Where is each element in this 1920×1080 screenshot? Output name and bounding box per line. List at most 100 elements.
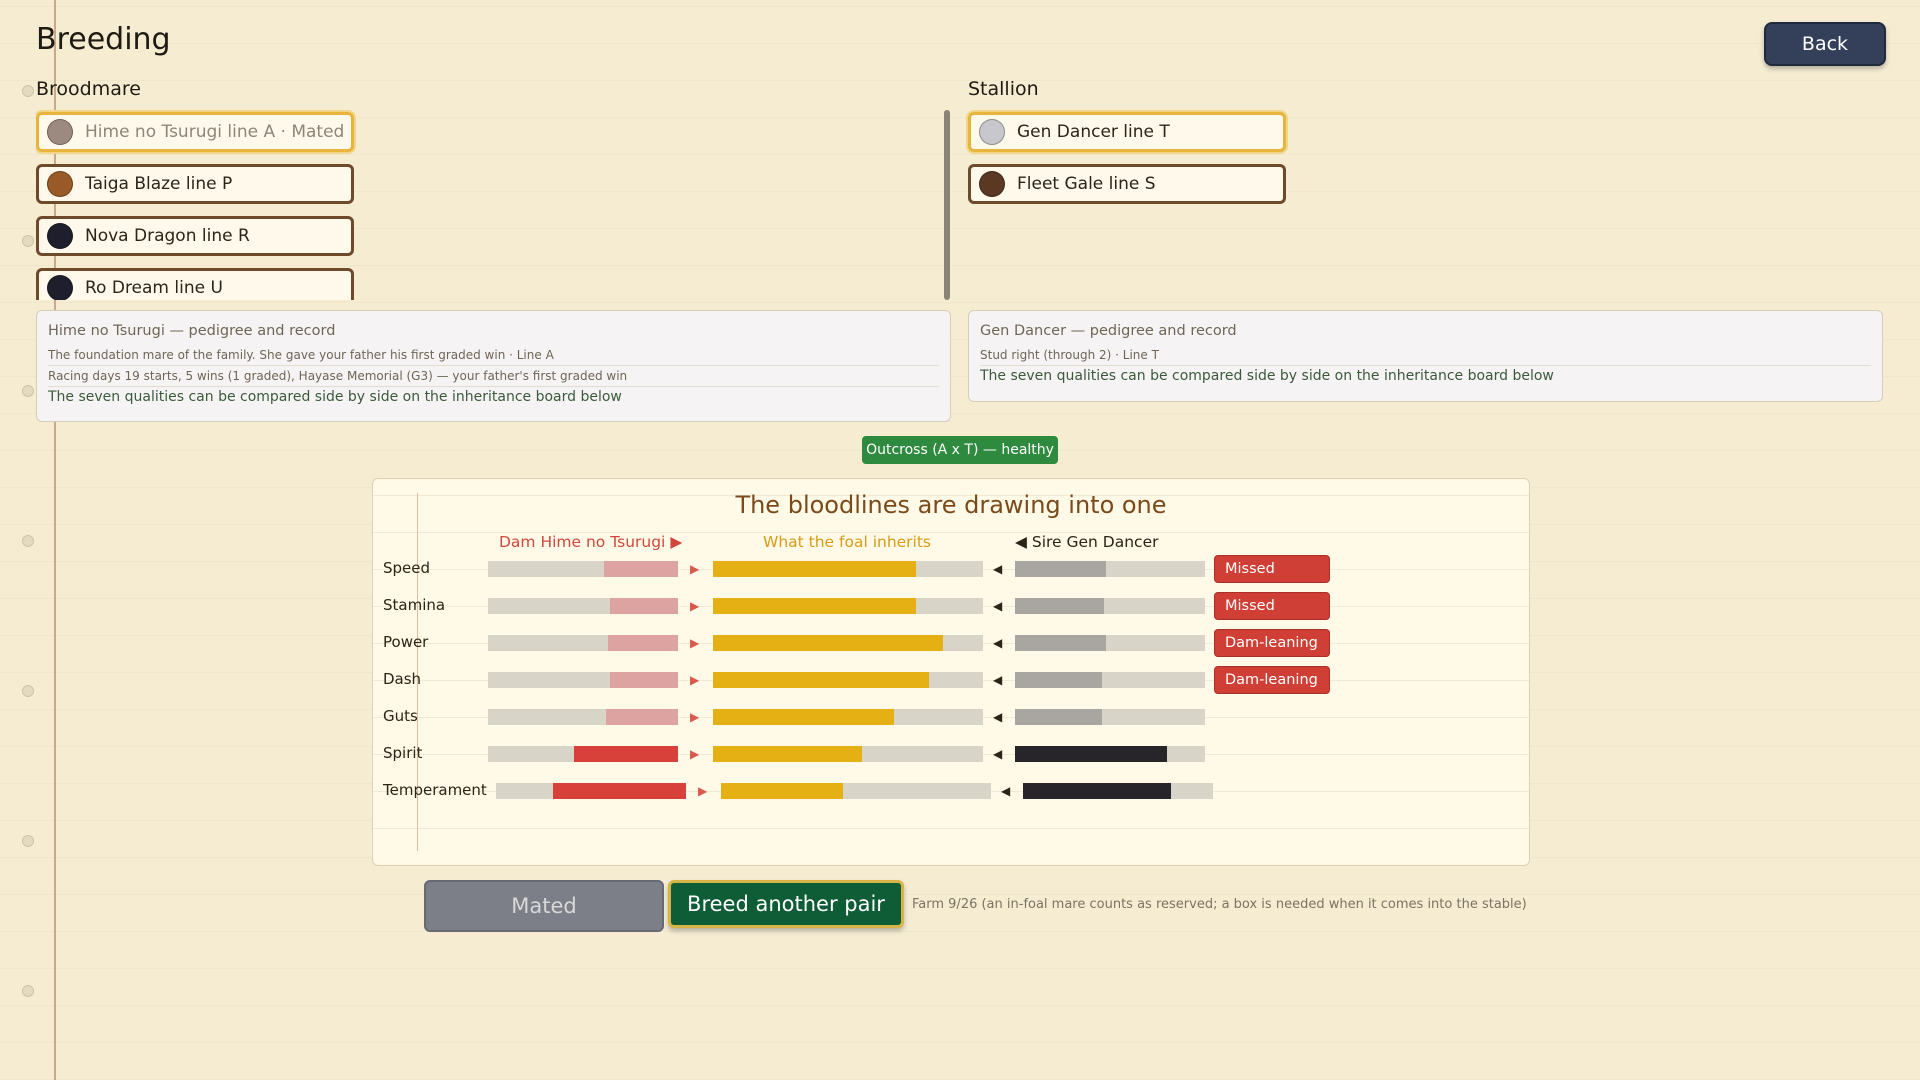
- foal-quality-fill: [713, 709, 894, 725]
- back-arrow-icon: ◀: [1015, 533, 1027, 551]
- play-arrow-icon: ▶: [670, 533, 683, 551]
- coat-color-icon: [47, 223, 73, 249]
- stallion-list-item[interactable]: Fleet Gale line S: [968, 164, 1286, 204]
- back-button[interactable]: Back: [1764, 22, 1886, 66]
- broodmare-info-line: The foundation mare of the family. She g…: [48, 345, 939, 366]
- stallion-list-item[interactable]: Gen Dancer line T: [968, 112, 1286, 152]
- broodmare-item-label: Ro Dream line U: [85, 278, 223, 298]
- coat-color-icon: [979, 119, 1005, 145]
- broodmare-item-label: Nova Dragon line R: [85, 226, 250, 246]
- dam-quality-fill: [605, 709, 678, 725]
- sire-header-label: Sire Gen Dancer: [1031, 533, 1159, 551]
- binder-hole: [22, 535, 34, 547]
- sire-quality-fill: [1015, 709, 1103, 725]
- sire-quality-bar: [1015, 672, 1205, 688]
- broodmare-list-item[interactable]: Nova Dragon line R: [36, 216, 354, 256]
- left-arrow-icon: ◀: [993, 636, 1003, 650]
- binder-hole: [22, 985, 34, 997]
- broodmare-item-label: Taiga Blaze line P: [85, 174, 233, 194]
- sire-quality-fill: [1015, 561, 1107, 577]
- sire-quality-bar: [1015, 561, 1205, 577]
- sire-quality-fill: [1015, 672, 1103, 688]
- page-title: Breeding: [36, 22, 171, 57]
- coat-color-icon: [47, 171, 73, 197]
- inheritance-tag: Dam-leaning: [1214, 666, 1330, 694]
- dam-quality-fill: [573, 746, 678, 762]
- left-arrow-icon: ◀: [993, 710, 1003, 724]
- foal-quality-fill: [713, 635, 943, 651]
- dam-header-label: Dam Hime no Tsurugi: [499, 533, 666, 551]
- dam-quality-fill: [603, 561, 678, 577]
- quality-label: Dash: [383, 670, 422, 688]
- dam-quality-fill: [609, 598, 678, 614]
- dam-quality-fill: [607, 635, 678, 651]
- right-arrow-icon: ▶: [690, 710, 700, 724]
- foal-quality-fill: [713, 561, 916, 577]
- mated-button[interactable]: Mated: [424, 880, 664, 932]
- dam-quality-fill: [553, 783, 686, 799]
- foal-quality-bar: [713, 561, 983, 577]
- dam-quality-bar: [488, 746, 678, 762]
- left-arrow-icon: ◀: [993, 747, 1003, 761]
- right-arrow-icon: ▶: [690, 636, 700, 650]
- quality-label: Guts: [383, 707, 418, 725]
- binder-hole: [22, 835, 34, 847]
- right-arrow-icon: ▶: [698, 784, 708, 798]
- sire-quality-fill: [1015, 598, 1105, 614]
- quality-label: Stamina: [383, 596, 446, 614]
- inheritance-tag: Missed: [1214, 555, 1330, 583]
- broodmare-list-item[interactable]: Ro Dream line U: [36, 268, 354, 300]
- stallion-item-label: Gen Dancer line T: [1017, 122, 1170, 142]
- cross-status-badge: Outcross (A x T) — healthy: [862, 436, 1058, 464]
- broodmare-list-scrollbar[interactable]: [944, 110, 950, 300]
- broodmare-item-label: Hime no Tsurugi line A · Mated: [85, 122, 345, 142]
- broodmare-list[interactable]: Hime no Tsurugi line A · Mated Taiga Blaz…: [36, 110, 366, 300]
- farm-capacity-note: Farm 9/26 (an in-foal mare counts as res…: [912, 897, 1527, 912]
- stallion-list[interactable]: Gen Dancer line T Fleet Gale line S: [968, 110, 1298, 220]
- coat-color-icon: [47, 119, 73, 145]
- broodmare-info-panel: Hime no Tsurugi — pedigree and record Th…: [36, 310, 951, 422]
- stallion-info-line: Stud right (through 2) · Line T: [980, 345, 1871, 366]
- left-arrow-icon: ◀: [993, 562, 1003, 576]
- broodmare-list-item[interactable]: Hime no Tsurugi line A · Mated: [36, 112, 354, 152]
- binder-hole: [22, 235, 34, 247]
- breed-another-pair-button[interactable]: Breed another pair: [668, 880, 904, 928]
- binder-hole: [22, 85, 34, 97]
- inheritance-tag: Missed: [1214, 592, 1330, 620]
- dam-quality-bar: [496, 783, 686, 799]
- sire-column-header: ◀ Sire Gen Dancer: [1015, 533, 1159, 551]
- broodmare-list-item[interactable]: Taiga Blaze line P: [36, 164, 354, 204]
- foal-quality-bar: [713, 746, 983, 762]
- stallion-info-panel: Gen Dancer — pedigree and record Stud ri…: [968, 310, 1883, 402]
- right-arrow-icon: ▶: [690, 673, 700, 687]
- inheritance-board: The bloodlines are drawing into one Dam …: [372, 478, 1530, 866]
- stallion-info-heading: Gen Dancer — pedigree and record: [980, 323, 1237, 339]
- dam-quality-bar: [488, 709, 678, 725]
- sire-quality-bar: [1015, 746, 1205, 762]
- coat-color-icon: [979, 171, 1005, 197]
- foal-quality-bar: [713, 672, 983, 688]
- foal-quality-fill: [713, 746, 862, 762]
- right-arrow-icon: ▶: [690, 562, 700, 576]
- sire-quality-fill: [1015, 746, 1167, 762]
- binder-hole: [22, 685, 34, 697]
- broodmare-label: Broodmare: [36, 78, 141, 100]
- broodmare-info-heading: Hime no Tsurugi — pedigree and record: [48, 323, 336, 339]
- inheritance-tag: Dam-leaning: [1214, 629, 1330, 657]
- sire-quality-bar: [1023, 783, 1213, 799]
- sire-quality-fill: [1023, 783, 1172, 799]
- sire-quality-fill: [1015, 635, 1107, 651]
- coat-color-icon: [47, 275, 73, 300]
- stallion-info-line: The seven qualities can be compared side…: [980, 368, 1554, 384]
- broodmare-info-line: The seven qualities can be compared side…: [48, 389, 622, 405]
- sire-quality-bar: [1015, 635, 1205, 651]
- foal-quality-fill: [721, 783, 843, 799]
- quality-label: Speed: [383, 559, 431, 577]
- left-arrow-icon: ◀: [993, 599, 1003, 613]
- foal-quality-bar: [721, 783, 991, 799]
- stallion-label: Stallion: [968, 78, 1039, 100]
- quality-label: Spirit: [383, 744, 423, 762]
- dam-quality-bar: [488, 672, 678, 688]
- right-arrow-icon: ▶: [690, 599, 700, 613]
- foal-quality-bar: [713, 709, 983, 725]
